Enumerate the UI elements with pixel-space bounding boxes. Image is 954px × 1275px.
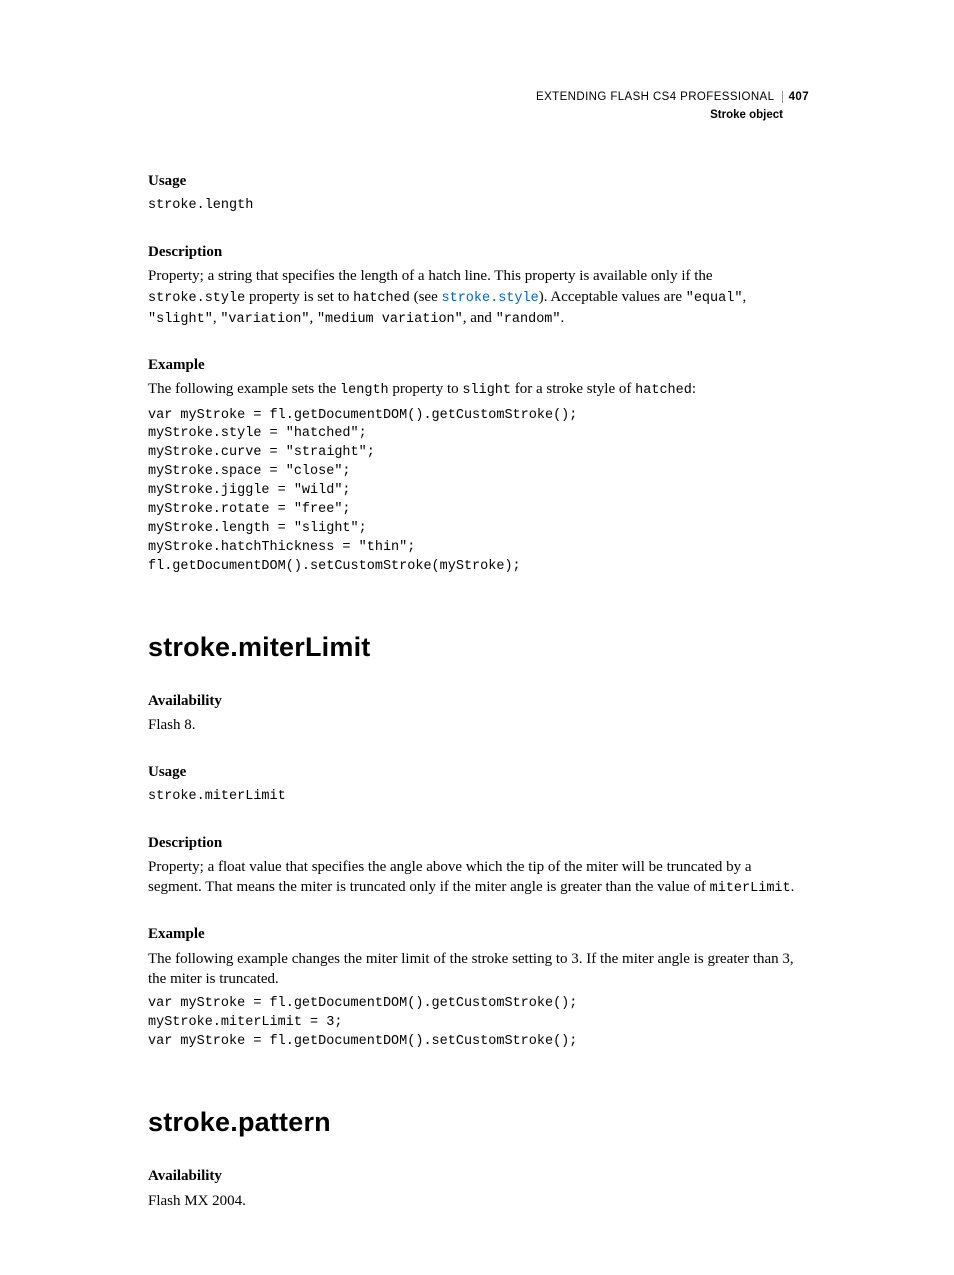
example-code: var myStroke = fl.getDocumentDOM().getCu… (148, 407, 809, 577)
example-code: var myStroke = fl.getDocumentDOM().getCu… (148, 995, 809, 1052)
doc-title: EXTENDING FLASH CS4 PROFESSIONAL (536, 91, 774, 103)
availability-value: Flash 8. (148, 715, 809, 735)
section-title-pattern: stroke.pattern (148, 1104, 809, 1140)
section-name: Stroke object (148, 108, 783, 124)
example-text: The following example sets the length pr… (148, 379, 809, 400)
usage-code: stroke.length (148, 197, 809, 216)
example-heading: Example (148, 355, 809, 375)
example-heading: Example (148, 924, 809, 944)
availability-heading: Availability (148, 691, 809, 711)
description-heading: Description (148, 242, 809, 262)
page-number: 407 (782, 91, 809, 103)
section-title-miterlimit: stroke.miterLimit (148, 629, 809, 665)
document-page: EXTENDING FLASH CS4 PROFESSIONAL 407 Str… (0, 0, 954, 1275)
availability-value: Flash MX 2004. (148, 1191, 809, 1211)
usage-code: stroke.miterLimit (148, 788, 809, 807)
description-heading: Description (148, 833, 809, 853)
page-header: EXTENDING FLASH CS4 PROFESSIONAL 407 Str… (148, 90, 809, 123)
usage-heading: Usage (148, 762, 809, 782)
stroke-style-link[interactable]: stroke.style (442, 291, 539, 306)
description-text: Property; a float value that specifies t… (148, 857, 809, 898)
usage-heading: Usage (148, 171, 809, 191)
description-text: Property; a string that specifies the le… (148, 266, 809, 329)
example-text: The following example changes the miter … (148, 949, 809, 990)
availability-heading: Availability (148, 1166, 809, 1186)
